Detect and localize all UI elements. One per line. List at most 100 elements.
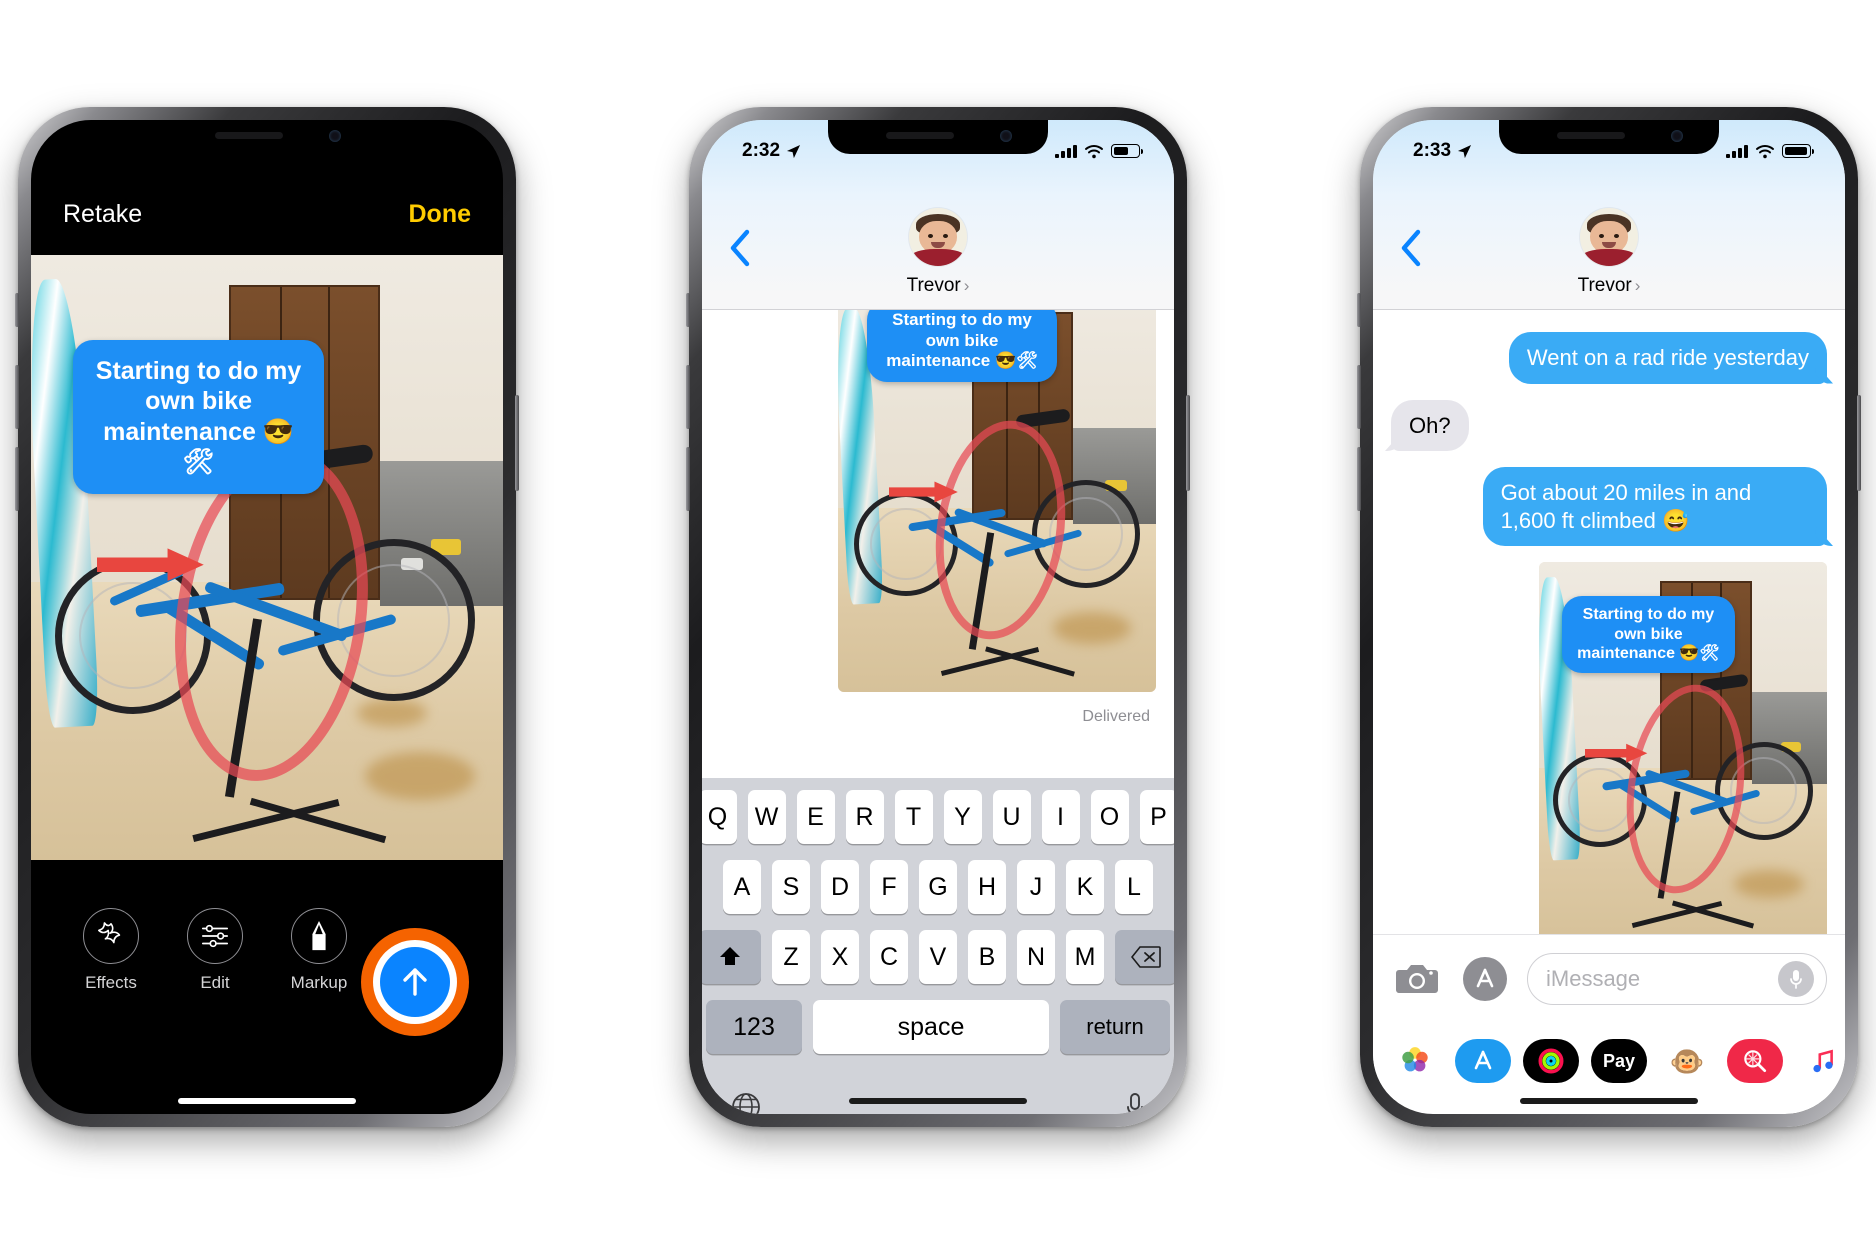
done-button[interactable]: Done bbox=[409, 200, 472, 229]
images-search-icon[interactable] bbox=[1727, 1039, 1783, 1083]
photos-app-icon[interactable] bbox=[1387, 1039, 1443, 1083]
volume-up-button[interactable] bbox=[1357, 365, 1361, 429]
onscreen-keyboard[interactable]: Q W E R T Y U I O P A S D F G H J K L Z … bbox=[702, 778, 1174, 1114]
earpiece-speaker bbox=[1557, 132, 1625, 139]
earpiece-speaker bbox=[886, 132, 954, 139]
shift-key[interactable] bbox=[702, 930, 761, 984]
apple-pay-icon[interactable]: Pay bbox=[1591, 1039, 1647, 1083]
photos-flower-icon bbox=[1402, 1047, 1428, 1072]
power-button[interactable] bbox=[1186, 395, 1190, 491]
key-r[interactable]: R bbox=[845, 790, 884, 844]
bike-photo: Starting to do my own bike maintenance 😎… bbox=[838, 310, 1156, 692]
front-camera bbox=[1000, 130, 1012, 142]
status-bar-left: 2:32 bbox=[742, 140, 801, 162]
phone-3-screen: Trevor › Went on a rad ride yesterday Oh?… bbox=[1373, 120, 1845, 1114]
key-s[interactable]: S bbox=[772, 860, 810, 914]
key-f[interactable]: F bbox=[870, 860, 908, 914]
memoji-monkey-icon[interactable]: 🐵 bbox=[1659, 1039, 1715, 1083]
delete-key[interactable] bbox=[1115, 930, 1174, 984]
key-y[interactable]: Y bbox=[943, 790, 982, 844]
key-w[interactable]: W bbox=[747, 790, 786, 844]
key-a[interactable]: A bbox=[723, 860, 761, 914]
message-thread[interactable]: Went on a rad ride yesterday Oh? Got abo… bbox=[1373, 310, 1845, 944]
key-t[interactable]: T bbox=[894, 790, 933, 844]
activity-rings-icon[interactable] bbox=[1523, 1039, 1579, 1083]
phone-1-screen: Retake Done Starting to do my own bike m… bbox=[31, 120, 503, 1114]
key-x[interactable]: X bbox=[821, 930, 859, 984]
app-store-button[interactable] bbox=[1459, 953, 1511, 1005]
message-thread[interactable]: Starting to do my own bike maintenance 😎… bbox=[702, 310, 1174, 822]
app-store-icon[interactable] bbox=[1455, 1039, 1511, 1083]
keyboard-bottom-row bbox=[702, 1070, 1174, 1114]
marker-pen-icon bbox=[312, 920, 326, 951]
apple-pay-label: Pay bbox=[1602, 1050, 1636, 1071]
message-input[interactable]: iMessage bbox=[1527, 952, 1827, 1005]
mute-switch[interactable] bbox=[1357, 293, 1361, 327]
key-b[interactable]: B bbox=[968, 930, 1006, 984]
effects-button[interactable]: Effects bbox=[59, 908, 163, 993]
photo-sticker-bubble[interactable]: Starting to do my own bike maintenance 😎… bbox=[73, 339, 324, 494]
key-l[interactable]: L bbox=[1115, 860, 1153, 914]
camera-button[interactable] bbox=[1391, 953, 1443, 1005]
key-n[interactable]: N bbox=[1017, 930, 1055, 984]
key-m[interactable]: M bbox=[1066, 930, 1104, 984]
photo-sticker-bubble[interactable]: Starting to do my own bike maintenance 😎… bbox=[1562, 596, 1735, 673]
contact-avatar[interactable] bbox=[909, 208, 967, 266]
photo-preview[interactable]: Starting to do my own bike maintenance 😎… bbox=[31, 255, 503, 860]
camera-icon bbox=[1396, 964, 1438, 993]
back-button[interactable] bbox=[728, 228, 752, 273]
key-e[interactable]: E bbox=[796, 790, 835, 844]
back-button[interactable] bbox=[1399, 228, 1423, 273]
backspace-icon bbox=[1131, 946, 1161, 968]
contact-name-row[interactable]: Trevor › bbox=[702, 275, 1174, 297]
volume-down-button[interactable] bbox=[1357, 447, 1361, 511]
markup-label: Markup bbox=[290, 973, 348, 992]
photo-message-bubble[interactable]: Starting to do my own bike maintenance 😎… bbox=[838, 310, 1156, 692]
volume-up-button[interactable] bbox=[686, 365, 690, 429]
sliders-icon bbox=[201, 924, 229, 948]
message-bubble-incoming[interactable]: Oh? bbox=[1391, 399, 1469, 451]
imessage-app-drawer[interactable]: Pay 🐵 bbox=[1373, 1022, 1845, 1100]
key-d[interactable]: D bbox=[821, 860, 859, 914]
home-indicator[interactable] bbox=[849, 1098, 1027, 1104]
power-button[interactable] bbox=[515, 395, 519, 491]
globe-key[interactable] bbox=[730, 1091, 762, 1114]
key-q[interactable]: Q bbox=[702, 790, 737, 844]
message-bubble-outgoing[interactable]: Went on a rad ride yesterday bbox=[1508, 332, 1827, 384]
key-k[interactable]: K bbox=[1066, 860, 1104, 914]
photo-sticker-bubble[interactable]: Starting to do my own bike maintenance 😎… bbox=[866, 310, 1058, 383]
return-key[interactable]: return bbox=[1060, 1000, 1170, 1054]
key-o[interactable]: O bbox=[1090, 790, 1129, 844]
key-j[interactable]: J bbox=[1017, 860, 1055, 914]
avatar-eye bbox=[927, 233, 933, 238]
dictation-button[interactable] bbox=[1778, 960, 1814, 997]
key-z[interactable]: Z bbox=[772, 930, 810, 984]
mute-switch[interactable] bbox=[15, 293, 19, 327]
message-bubble-outgoing[interactable]: Got about 20 miles in and 1,600 ft climb… bbox=[1482, 467, 1827, 546]
key-u[interactable]: U bbox=[992, 790, 1031, 844]
volume-down-button[interactable] bbox=[686, 447, 690, 511]
contact-avatar[interactable] bbox=[1580, 208, 1638, 266]
key-p[interactable]: P bbox=[1139, 790, 1174, 844]
music-app-icon[interactable] bbox=[1795, 1039, 1845, 1083]
key-h[interactable]: H bbox=[968, 860, 1006, 914]
home-indicator[interactable] bbox=[178, 1098, 356, 1104]
key-v[interactable]: V bbox=[919, 930, 957, 984]
mute-switch[interactable] bbox=[686, 293, 690, 327]
power-button[interactable] bbox=[1857, 395, 1861, 491]
markup-button[interactable]: Markup bbox=[267, 908, 371, 993]
key-g[interactable]: G bbox=[919, 860, 957, 914]
space-key[interactable]: space bbox=[813, 1000, 1049, 1054]
dictation-key[interactable] bbox=[1124, 1091, 1146, 1114]
home-indicator[interactable] bbox=[1520, 1098, 1698, 1104]
photo-message-bubble[interactable]: Starting to do my own bike maintenance 😎… bbox=[1539, 562, 1827, 944]
volume-up-button[interactable] bbox=[15, 365, 19, 429]
key-i[interactable]: I bbox=[1041, 790, 1080, 844]
edit-button[interactable]: Edit bbox=[163, 908, 267, 993]
volume-down-button[interactable] bbox=[15, 447, 19, 511]
numbers-key[interactable]: 123 bbox=[706, 1000, 802, 1054]
retake-button[interactable]: Retake bbox=[63, 200, 142, 229]
phone-3-messages-conversation: Trevor › Went on a rad ride yesterday Oh?… bbox=[1357, 107, 1861, 1127]
key-c[interactable]: C bbox=[870, 930, 908, 984]
contact-name-row[interactable]: Trevor › bbox=[1373, 275, 1845, 297]
